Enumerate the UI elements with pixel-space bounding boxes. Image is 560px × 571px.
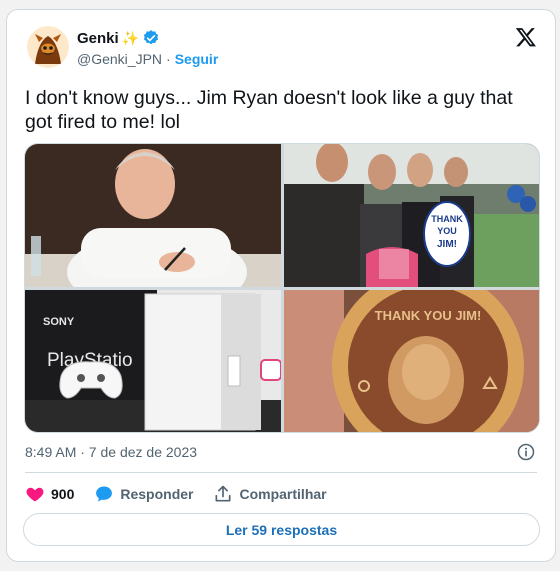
sony-brand-text: SONY xyxy=(43,316,75,328)
photo-thank-you-jim-cookie[interactable]: THANK YOU JIM! xyxy=(284,290,539,432)
like-count: 900 xyxy=(51,486,75,502)
follow-button[interactable]: Seguir xyxy=(175,51,219,67)
sparkle-emoji: ✨ xyxy=(121,29,140,46)
tweet-text: I don't know guys... Jim Ryan doesn't lo… xyxy=(25,87,513,133)
author-handle-row: @Genki_JPN · Seguir xyxy=(77,51,218,67)
cookie-text: THANK YOU JIM! xyxy=(375,308,482,323)
tweet-card: Genki ✨ @Genki_JPN · Seguir I don't know… xyxy=(6,9,556,562)
sign-text-line-1: THANK xyxy=(431,214,463,224)
heart-icon xyxy=(26,487,44,502)
photo-party-thank-you-sign[interactable]: THANK YOU JIM! xyxy=(284,144,539,287)
like-button[interactable]: 900 xyxy=(25,484,74,504)
photo-jim-ryan-signing[interactable] xyxy=(25,144,281,287)
tweet-timestamp[interactable]: 8:49 AM · 7 de dez de 2023 xyxy=(25,444,197,460)
read-replies-button[interactable]: Ler 59 respostas xyxy=(23,513,540,546)
avatar[interactable] xyxy=(27,26,69,68)
reply-button[interactable]: Responder xyxy=(94,484,193,504)
photo-playstation-console-controller[interactable]: SONY PlayStatio xyxy=(25,290,281,432)
info-icon[interactable] xyxy=(517,443,535,461)
action-bar: 900 Responder Compartilhar xyxy=(25,484,347,504)
verified-badge-icon xyxy=(142,29,160,47)
reply-label: Responder xyxy=(120,486,194,502)
share-upload-icon xyxy=(215,485,231,502)
author-name-row: Genki ✨ xyxy=(77,29,160,47)
sign-text-line-2: YOU xyxy=(437,226,457,236)
x-logo-icon[interactable] xyxy=(515,26,537,48)
separator-dot: · xyxy=(166,51,171,67)
share-button[interactable]: Compartilhar xyxy=(213,484,327,504)
chat-bubble-icon xyxy=(96,486,113,502)
share-label: Compartilhar xyxy=(239,486,327,502)
author-handle[interactable]: @Genki_JPN xyxy=(77,51,162,67)
author-name[interactable]: Genki xyxy=(77,30,119,47)
divider xyxy=(25,472,537,473)
read-replies-label: Ler 59 respostas xyxy=(225,521,338,538)
media-grid: THANK YOU JIM! SONY PlayStatio THANK YOU… xyxy=(24,143,540,433)
sign-text-line-3: JIM! xyxy=(437,239,457,250)
